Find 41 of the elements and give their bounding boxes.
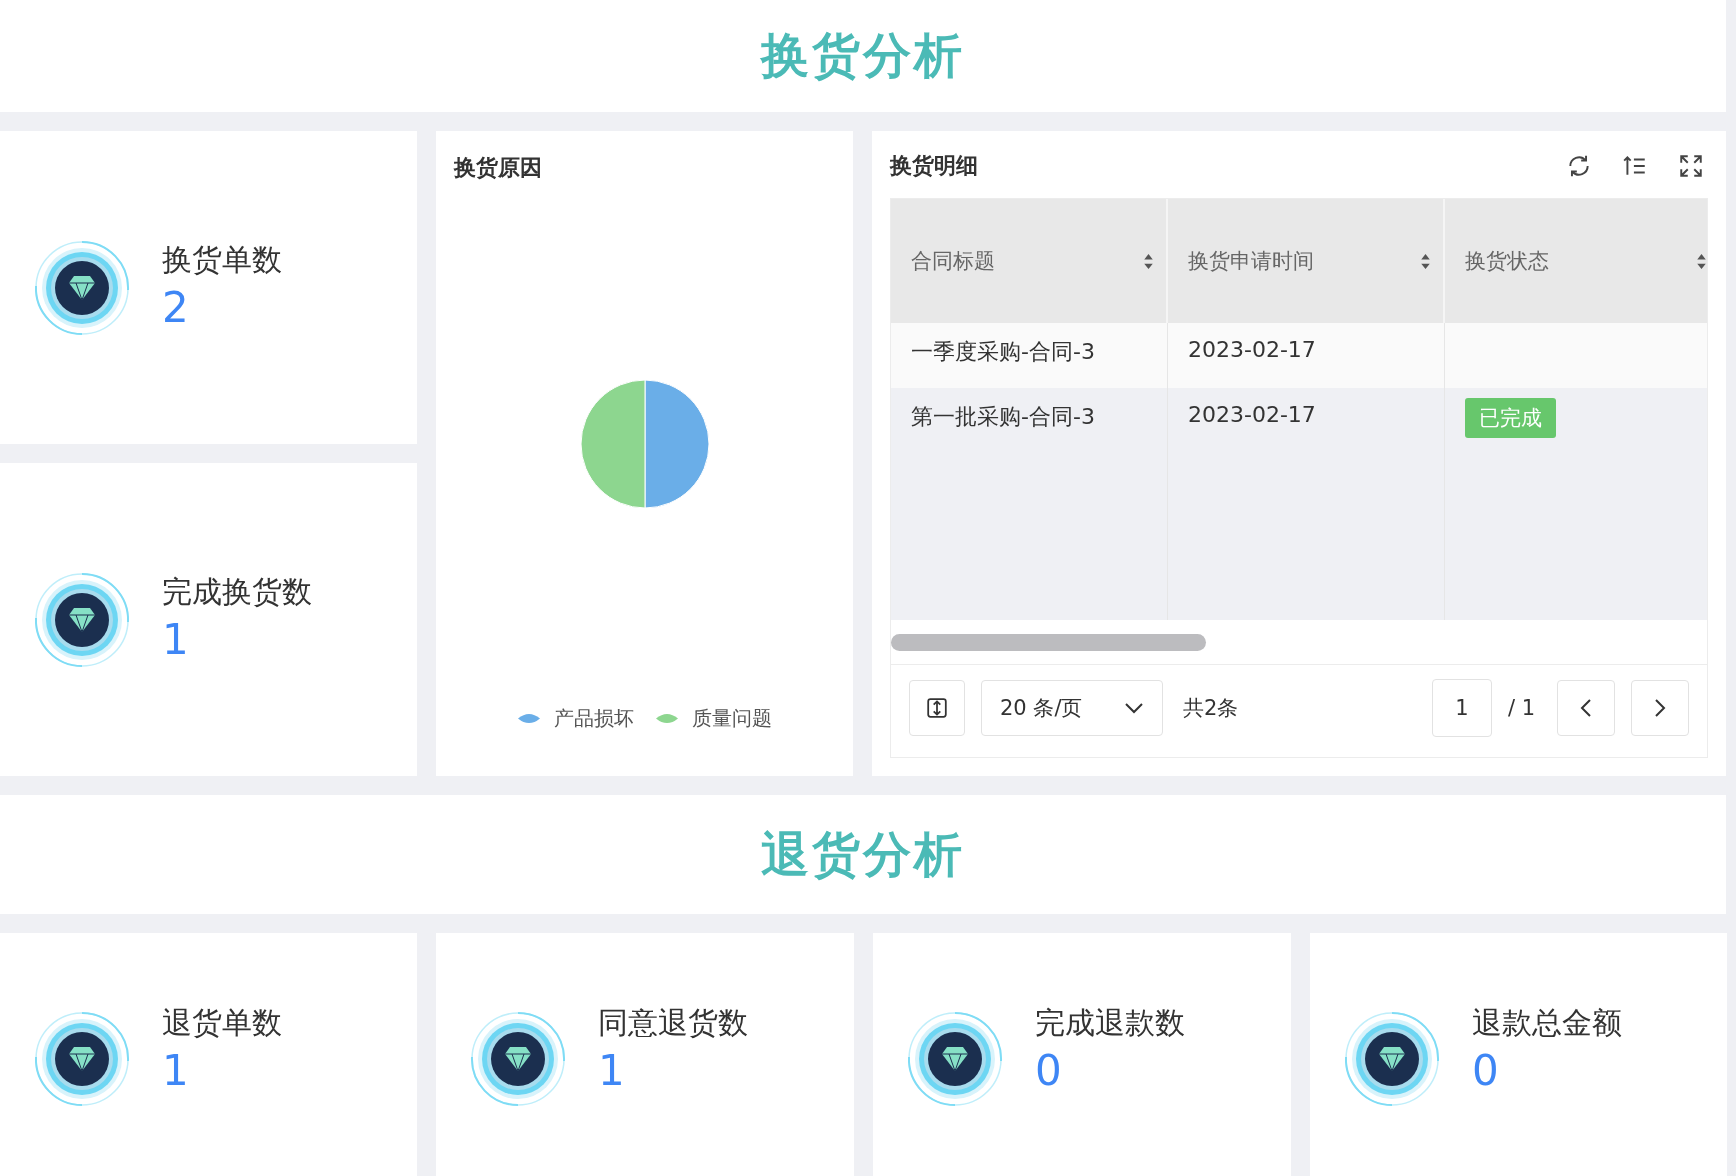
row-height-icon: [926, 697, 948, 719]
status-tag: 已完成: [1465, 398, 1556, 438]
stat-label: 退货单数: [162, 1004, 282, 1042]
stat-value: 1: [162, 1050, 190, 1092]
column-header[interactable]: 换货状态: [1445, 199, 1707, 323]
stat-label: 换货单数: [162, 241, 282, 279]
stat-label: 退款总金额: [1472, 1004, 1622, 1042]
total-count: 共2条: [1183, 695, 1239, 722]
table-cell: 2023-02-17: [1188, 337, 1316, 362]
table-cell: 2023-02-17: [1188, 402, 1316, 427]
refresh-icon[interactable]: [1566, 153, 1592, 179]
stat-value: 0: [1472, 1050, 1500, 1092]
section-title: 退货分析: [761, 824, 965, 884]
stat-value: 1: [162, 619, 190, 661]
stat-value: 1: [598, 1050, 626, 1092]
table-cell: 一季度采购-合同-3: [911, 339, 1095, 364]
sort-icon[interactable]: [1420, 252, 1431, 270]
legend-label: 产品损坏: [553, 705, 634, 732]
chevron-left-icon: [1580, 698, 1592, 718]
stat-label: 完成换货数: [162, 573, 312, 611]
chevron-down-icon: [1124, 702, 1144, 714]
sort-icon[interactable]: [1696, 252, 1707, 270]
panel-title: 换货原因: [454, 154, 543, 182]
page-count: / 1: [1507, 696, 1535, 720]
row-height-button[interactable]: [909, 680, 965, 736]
fullscreen-icon[interactable]: [1678, 153, 1704, 179]
stat-value: 0: [1035, 1050, 1063, 1092]
stat-label: 完成退款数: [1035, 1004, 1185, 1042]
page-input[interactable]: 1: [1431, 679, 1492, 737]
table-cell: 第一批采购-合同-3: [911, 404, 1095, 429]
stat-label: 同意退货数: [598, 1004, 748, 1042]
legend-label: 质量问题: [691, 705, 772, 732]
table-row[interactable]: 第一批采购-合同-3 2023-02-17 已完成: [891, 388, 1707, 620]
section-title: 换货分析: [761, 26, 965, 85]
stat-value: 2: [162, 287, 190, 329]
sort-icon[interactable]: [1143, 252, 1154, 270]
table-row[interactable]: 一季度采购-合同-3 2023-02-17: [891, 323, 1707, 388]
panel-title: 换货明细: [890, 152, 978, 180]
scrollbar-thumb[interactable]: [891, 633, 1206, 651]
page-size-select[interactable]: 20 条/页: [981, 680, 1163, 736]
chevron-right-icon: [1654, 698, 1666, 718]
